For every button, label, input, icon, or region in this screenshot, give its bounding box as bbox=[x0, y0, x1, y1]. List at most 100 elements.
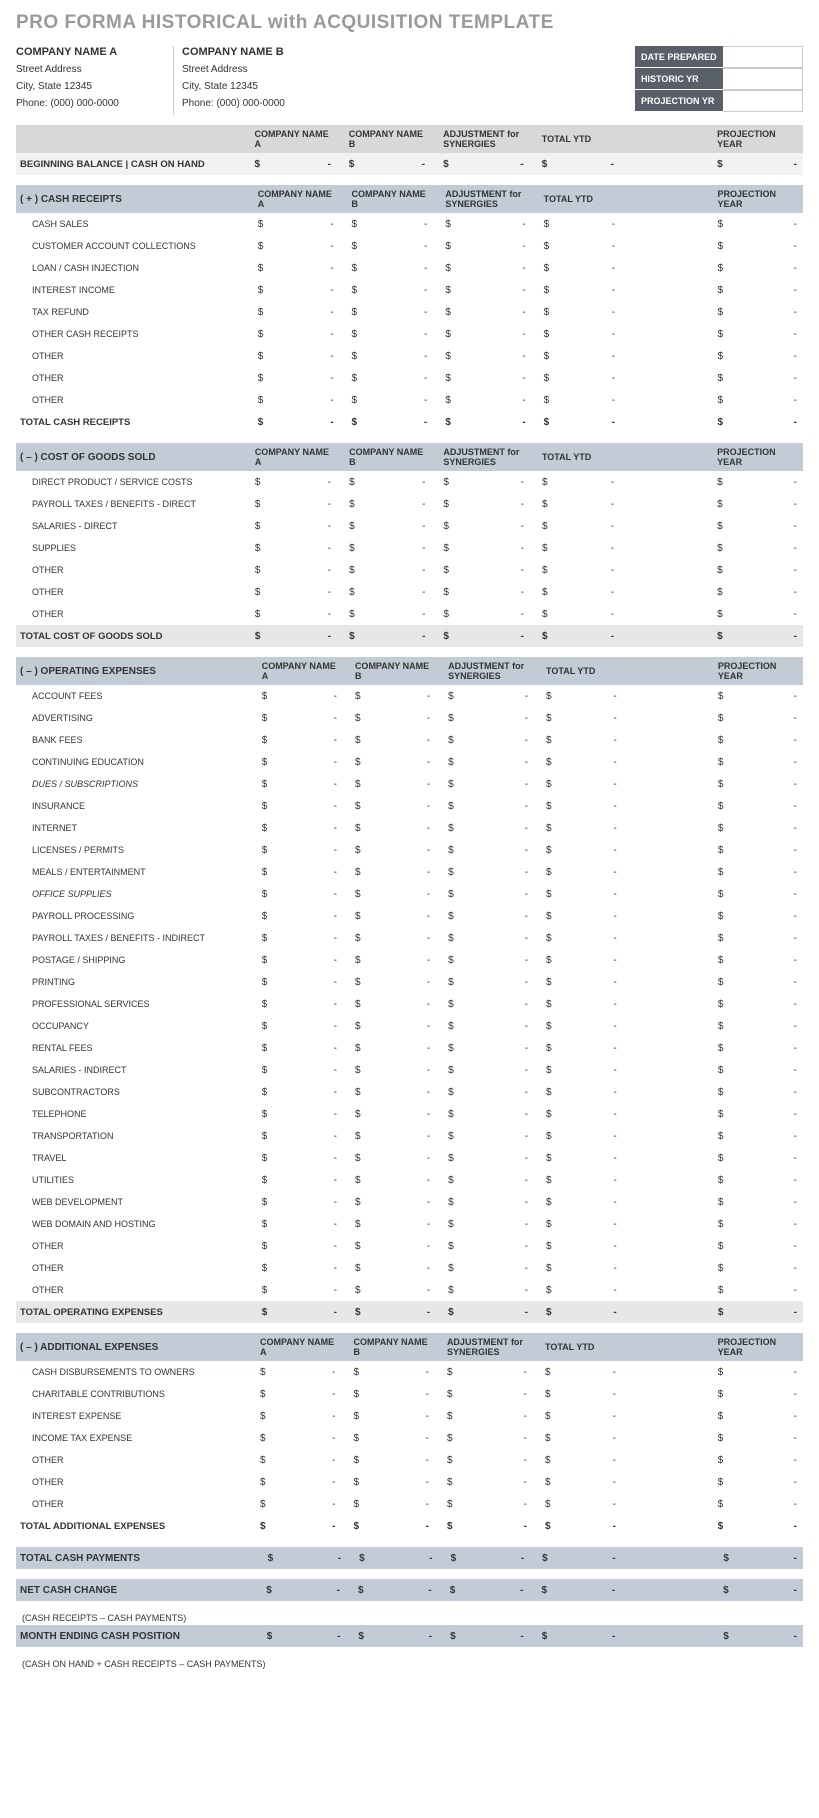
amount-cell[interactable]: - bbox=[462, 773, 534, 795]
amount-cell[interactable]: - bbox=[462, 685, 534, 707]
amount-cell[interactable]: - bbox=[459, 411, 532, 433]
amount-cell[interactable]: - bbox=[457, 537, 530, 559]
amount-cell[interactable]: - bbox=[368, 861, 436, 883]
amount-cell[interactable]: - bbox=[271, 213, 340, 235]
amount-cell[interactable]: - bbox=[268, 581, 337, 603]
amount-cell[interactable]: - bbox=[557, 323, 622, 345]
amount-cell[interactable]: - bbox=[731, 1471, 803, 1493]
amount-cell[interactable]: - bbox=[462, 927, 534, 949]
amount-cell[interactable]: - bbox=[271, 279, 340, 301]
amount-cell[interactable]: - bbox=[368, 1301, 436, 1323]
amount-cell[interactable]: - bbox=[731, 559, 803, 581]
amount-cell[interactable]: - bbox=[457, 603, 530, 625]
amount-cell[interactable]: - bbox=[271, 389, 340, 411]
amount-cell[interactable]: - bbox=[559, 1125, 623, 1147]
amount-cell[interactable]: - bbox=[559, 817, 623, 839]
amount-cell[interactable]: - bbox=[462, 1081, 534, 1103]
amount-cell[interactable]: - bbox=[271, 367, 340, 389]
amount-cell[interactable]: - bbox=[275, 1301, 343, 1323]
amount-cell[interactable]: - bbox=[559, 685, 623, 707]
amount-cell[interactable]: - bbox=[368, 971, 436, 993]
amount-cell[interactable]: - bbox=[462, 861, 534, 883]
amount-cell[interactable]: - bbox=[368, 1103, 436, 1125]
amount-cell[interactable]: - bbox=[462, 1147, 534, 1169]
amount-cell[interactable]: - bbox=[367, 1427, 435, 1449]
amount-cell[interactable]: - bbox=[555, 153, 620, 175]
amount-cell[interactable]: - bbox=[558, 1427, 622, 1449]
amount-cell[interactable]: - bbox=[559, 773, 623, 795]
amount-cell[interactable]: - bbox=[462, 1169, 534, 1191]
amount-cell[interactable]: - bbox=[558, 1405, 622, 1427]
amount-cell[interactable]: - bbox=[460, 1471, 533, 1493]
amount-cell[interactable]: - bbox=[731, 1383, 803, 1405]
amount-cell[interactable]: - bbox=[555, 537, 620, 559]
amount-cell[interactable]: - bbox=[731, 323, 803, 345]
amount-cell[interactable]: - bbox=[559, 883, 623, 905]
amount-cell[interactable]: - bbox=[736, 1579, 803, 1601]
amount-cell[interactable]: - bbox=[368, 1059, 436, 1081]
amount-cell[interactable]: - bbox=[273, 1405, 341, 1427]
amount-cell[interactable]: - bbox=[275, 1279, 343, 1301]
amount-cell[interactable]: - bbox=[368, 949, 436, 971]
amount-cell[interactable]: - bbox=[555, 559, 620, 581]
amount-cell[interactable]: - bbox=[462, 751, 534, 773]
amount-cell[interactable]: - bbox=[368, 1279, 436, 1301]
amount-cell[interactable]: - bbox=[462, 971, 534, 993]
amount-cell[interactable]: - bbox=[275, 1081, 343, 1103]
amount-cell[interactable]: - bbox=[368, 1037, 436, 1059]
amount-cell[interactable]: - bbox=[558, 1515, 622, 1537]
amount-cell[interactable]: - bbox=[460, 1361, 533, 1383]
amount-cell[interactable]: - bbox=[275, 839, 343, 861]
amount-cell[interactable]: - bbox=[555, 515, 620, 537]
amount-cell[interactable]: - bbox=[731, 235, 803, 257]
amount-cell[interactable]: - bbox=[457, 515, 530, 537]
amount-cell[interactable]: - bbox=[731, 581, 803, 603]
amount-cell[interactable]: - bbox=[559, 1257, 623, 1279]
amount-cell[interactable]: - bbox=[559, 1235, 623, 1257]
amount-cell[interactable]: - bbox=[731, 861, 803, 883]
amount-cell[interactable]: - bbox=[731, 795, 803, 817]
amount-cell[interactable]: - bbox=[555, 471, 620, 493]
amount-cell[interactable]: - bbox=[462, 1213, 534, 1235]
amount-cell[interactable]: - bbox=[555, 625, 620, 647]
amount-cell[interactable]: - bbox=[731, 389, 803, 411]
amount-cell[interactable]: - bbox=[367, 1383, 435, 1405]
amount-cell[interactable]: - bbox=[280, 1625, 347, 1647]
amount-cell[interactable]: - bbox=[275, 905, 343, 927]
amount-cell[interactable]: - bbox=[368, 773, 436, 795]
amount-cell[interactable]: - bbox=[462, 839, 534, 861]
amount-cell[interactable]: - bbox=[731, 1213, 803, 1235]
amount-cell[interactable]: - bbox=[731, 1059, 803, 1081]
amount-cell[interactable]: - bbox=[559, 795, 623, 817]
amount-cell[interactable]: - bbox=[731, 1081, 803, 1103]
amount-cell[interactable]: - bbox=[464, 1547, 530, 1569]
amount-cell[interactable]: - bbox=[559, 1169, 623, 1191]
amount-cell[interactable]: - bbox=[731, 993, 803, 1015]
amount-cell[interactable]: - bbox=[559, 1015, 623, 1037]
amount-cell[interactable]: - bbox=[367, 1493, 435, 1515]
amount-cell[interactable]: - bbox=[371, 1579, 438, 1601]
amount-cell[interactable]: - bbox=[557, 411, 622, 433]
amount-cell[interactable]: - bbox=[559, 839, 623, 861]
amount-cell[interactable]: - bbox=[275, 1147, 343, 1169]
amount-cell[interactable]: - bbox=[731, 515, 803, 537]
amount-cell[interactable]: - bbox=[559, 861, 623, 883]
amount-cell[interactable]: - bbox=[368, 1147, 436, 1169]
amount-cell[interactable]: - bbox=[459, 301, 532, 323]
amount-cell[interactable]: - bbox=[365, 367, 434, 389]
amount-cell[interactable]: - bbox=[559, 1103, 623, 1125]
amount-cell[interactable]: - bbox=[557, 213, 622, 235]
amount-cell[interactable]: - bbox=[555, 603, 620, 625]
amount-cell[interactable]: - bbox=[365, 213, 434, 235]
amount-cell[interactable]: - bbox=[368, 685, 436, 707]
amount-cell[interactable]: - bbox=[368, 729, 436, 751]
amount-cell[interactable]: - bbox=[557, 279, 622, 301]
amount-cell[interactable]: - bbox=[459, 367, 532, 389]
amount-cell[interactable]: - bbox=[731, 1301, 803, 1323]
amount-cell[interactable]: - bbox=[368, 795, 436, 817]
amount-cell[interactable]: - bbox=[460, 1405, 533, 1427]
amount-cell[interactable]: - bbox=[368, 1015, 436, 1037]
amount-cell[interactable]: - bbox=[367, 1515, 435, 1537]
amount-cell[interactable]: - bbox=[462, 729, 534, 751]
amount-cell[interactable]: - bbox=[372, 1547, 438, 1569]
